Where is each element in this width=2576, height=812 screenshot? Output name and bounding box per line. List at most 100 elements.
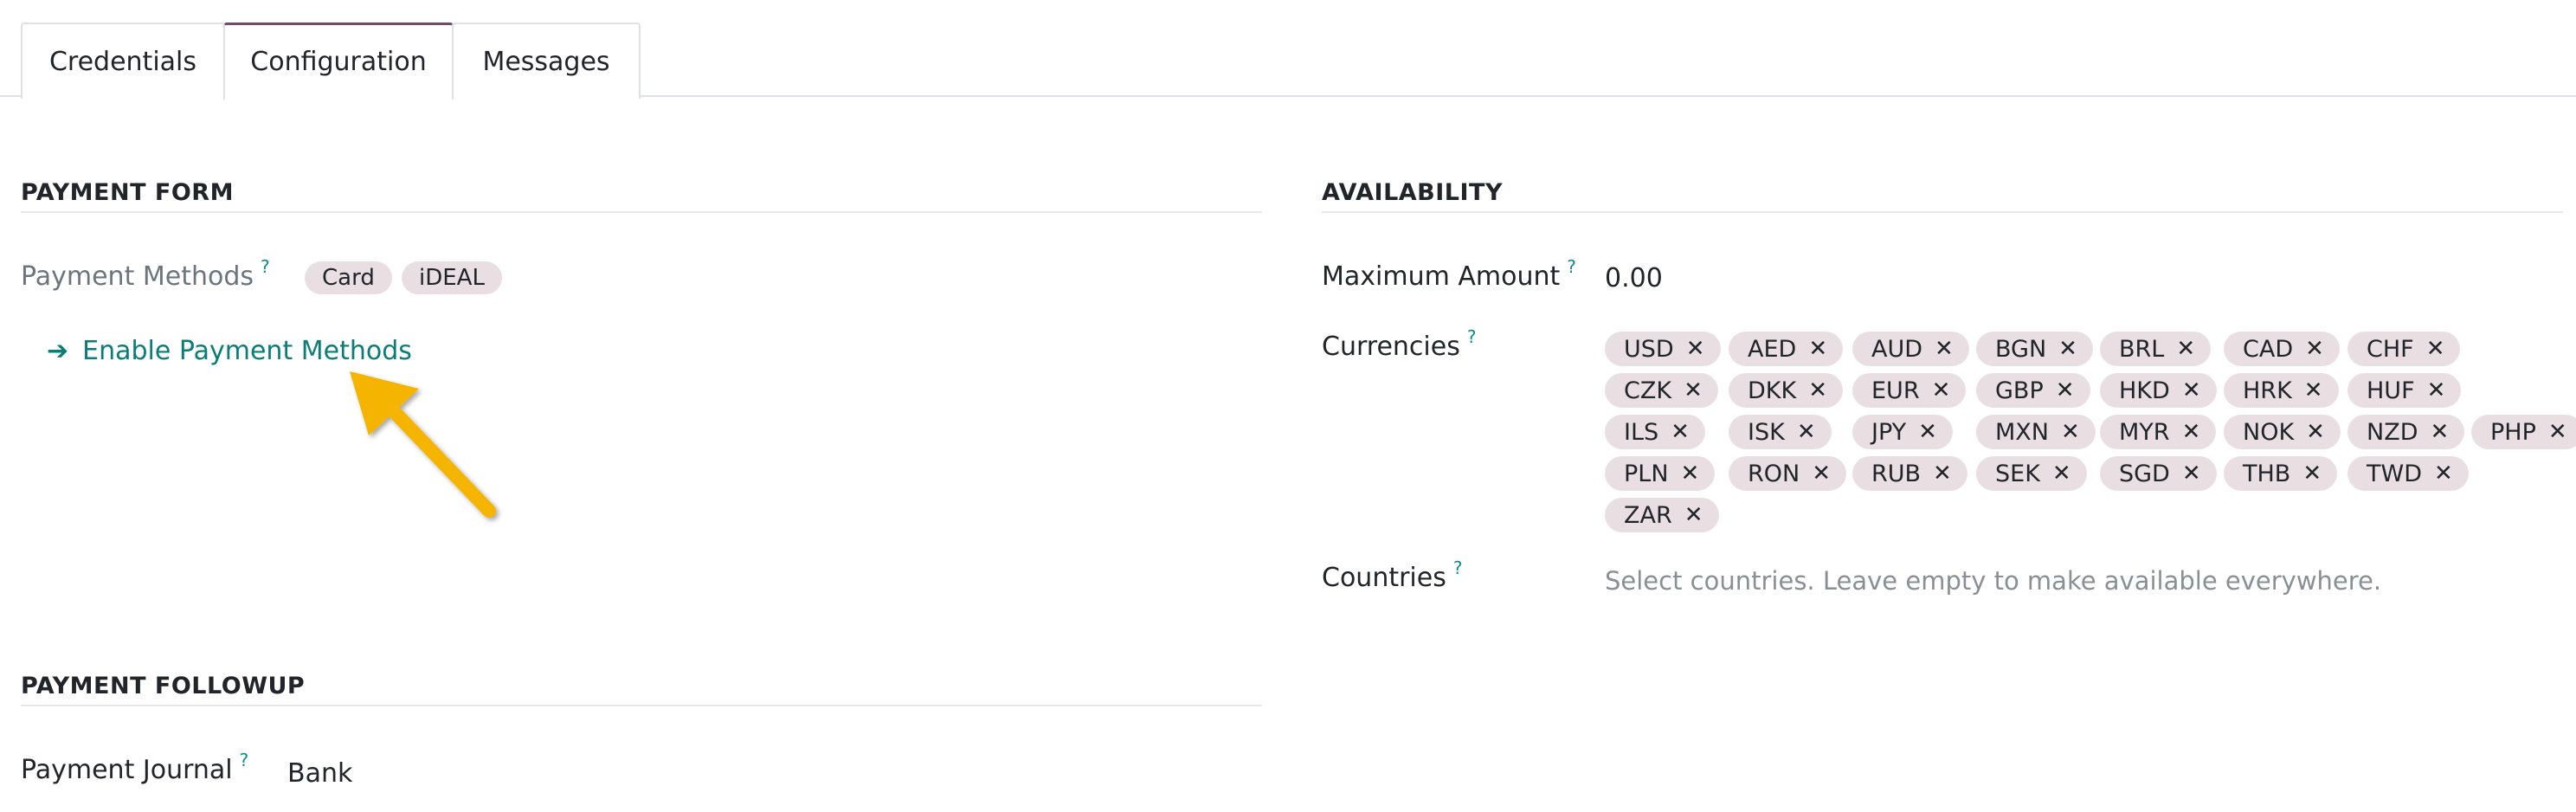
remove-tag-icon[interactable]: ✕ (2176, 336, 2195, 362)
currency-tag: USD ✕ (1605, 332, 1721, 366)
remove-tag-icon[interactable]: ✕ (2305, 336, 2324, 362)
payment-journal-field[interactable]: Bank (287, 758, 352, 789)
remove-tag-icon[interactable]: ✕ (1681, 461, 1700, 487)
remove-tag-icon[interactable]: ✕ (1808, 377, 1827, 403)
maximum-amount-label-text: Maximum Amount (1322, 261, 1561, 292)
remove-tag-icon[interactable]: ✕ (1686, 336, 1705, 362)
payment-methods-label: Payment Methods? (21, 256, 270, 292)
currency-tag-label: THB (2243, 460, 2291, 487)
currency-tag-label: RON (1748, 460, 1800, 487)
currency-tag-label: SGD (2119, 460, 2170, 487)
maximum-amount-help-icon[interactable]: ? (1567, 256, 1576, 277)
maximum-amount-field[interactable]: 0.00 (1605, 263, 1663, 293)
remove-tag-icon[interactable]: ✕ (1933, 461, 1952, 487)
currency-tag-label: HRK (2243, 377, 2292, 404)
currency-tag-label: DKK (1748, 377, 1797, 404)
remove-tag-icon[interactable]: ✕ (2430, 419, 2449, 445)
currency-tag: ZAR ✕ (1605, 498, 1719, 532)
remove-tag-icon[interactable]: ✕ (1808, 336, 1827, 362)
currency-tag: MXN ✕ (1976, 415, 2096, 449)
currency-tag: BGN ✕ (1976, 332, 2093, 366)
currency-tag-label: SEK (1995, 460, 2040, 487)
payment-journal-label: Payment Journal? (21, 750, 248, 785)
payment-method-ideal-badge: iDEAL (402, 261, 502, 294)
remove-tag-icon[interactable]: ✕ (1918, 419, 1937, 445)
remove-tag-icon[interactable]: ✕ (2052, 461, 2071, 487)
remove-tag-icon[interactable]: ✕ (2182, 419, 2201, 445)
currency-tag-label: ZAR (1624, 501, 1672, 529)
currency-tag: MYR ✕ (2100, 415, 2217, 449)
currency-tag-label: AUD (1871, 335, 1923, 363)
remove-tag-icon[interactable]: ✕ (1684, 502, 1703, 528)
currency-tag: NOK ✕ (2224, 415, 2341, 449)
payment-methods-help-icon[interactable]: ? (261, 256, 270, 277)
payment-followup-divider (21, 705, 1262, 706)
currency-tag: AUD ✕ (1852, 332, 1969, 366)
tab-bar: Credentials Configuration Messages (0, 0, 2576, 100)
currency-tag: RON ✕ (1729, 456, 1847, 491)
remove-tag-icon[interactable]: ✕ (1671, 419, 1690, 445)
countries-label-text: Countries (1322, 563, 1446, 593)
currency-tag: ISK ✕ (1729, 415, 1832, 449)
countries-input[interactable]: Select countries. Leave empty to make av… (1605, 566, 2381, 596)
currency-tag: CHF ✕ (2347, 332, 2461, 366)
remove-tag-icon[interactable]: ✕ (2426, 336, 2445, 362)
currency-tag: JPY ✕ (1852, 415, 1953, 449)
payment-journal-help-icon[interactable]: ? (240, 750, 249, 770)
remove-tag-icon[interactable]: ✕ (1812, 461, 1831, 487)
currency-tag-label: PHP (2490, 418, 2536, 446)
currency-tag: HRK ✕ (2224, 373, 2339, 408)
remove-tag-icon[interactable]: ✕ (2434, 461, 2453, 487)
currency-tag-label: AED (1748, 335, 1797, 363)
currency-tag-label: GBP (1995, 377, 2044, 404)
payment-form-heading: PAYMENT FORM (21, 179, 234, 206)
currency-tag-label: HUF (2367, 377, 2415, 404)
payment-followup-heading: PAYMENT FOLLOWUP (21, 673, 306, 699)
currency-tag-label: TWD (2367, 460, 2422, 487)
currency-tag: BRL ✕ (2100, 332, 2212, 366)
currency-tag: PLN ✕ (1605, 456, 1716, 491)
currency-tag-label: ISK (1748, 418, 1785, 446)
currency-tag-label: CHF (2367, 335, 2414, 363)
availability-divider (1322, 211, 2563, 213)
currency-tag-label: HKD (2119, 377, 2170, 404)
tab-messages[interactable]: Messages (452, 23, 641, 99)
remove-tag-icon[interactable]: ✕ (1932, 377, 1951, 403)
remove-tag-icon[interactable]: ✕ (2061, 419, 2080, 445)
remove-tag-icon[interactable]: ✕ (2427, 377, 2446, 403)
currency-tag-label: CAD (2243, 335, 2294, 363)
tab-credentials[interactable]: Credentials (21, 23, 225, 99)
currency-tag-label: PLN (1624, 460, 1669, 487)
currency-tag-label: BRL (2119, 335, 2165, 363)
currencies-help-icon[interactable]: ? (1467, 326, 1477, 347)
remove-tag-icon[interactable]: ✕ (2182, 461, 2201, 487)
currency-tag-label: JPY (1871, 418, 1907, 446)
payment-method-card-badge: Card (305, 261, 392, 294)
currency-tag-label: NOK (2243, 418, 2295, 446)
currency-tag: DKK ✕ (1729, 373, 1843, 408)
currency-tag-label: MXN (1995, 418, 2049, 446)
countries-label: Countries? (1322, 557, 1462, 593)
remove-tag-icon[interactable]: ✕ (2058, 336, 2077, 362)
currency-tag-label: USD (1624, 335, 1674, 363)
remove-tag-icon[interactable]: ✕ (1935, 336, 1954, 362)
remove-tag-icon[interactable]: ✕ (2302, 461, 2322, 487)
remove-tag-icon[interactable]: ✕ (1684, 377, 1703, 403)
currency-tag: GBP ✕ (1976, 373, 2090, 408)
remove-tag-icon[interactable]: ✕ (2306, 419, 2325, 445)
currency-tag: SGD ✕ (2100, 456, 2217, 491)
currency-tag: HKD ✕ (2100, 373, 2217, 408)
currency-tag-label: NZD (2367, 418, 2418, 446)
payment-form-divider (21, 211, 1262, 213)
currency-tag: RUB ✕ (1852, 456, 1967, 491)
remove-tag-icon[interactable]: ✕ (1797, 419, 1816, 445)
countries-help-icon[interactable]: ? (1453, 557, 1463, 578)
arrow-right-icon: ➔ (47, 336, 69, 366)
remove-tag-icon[interactable]: ✕ (2548, 419, 2567, 445)
tab-configuration[interactable]: Configuration (223, 23, 454, 100)
currency-tag: HUF ✕ (2347, 373, 2462, 408)
remove-tag-icon[interactable]: ✕ (2304, 377, 2323, 403)
currencies-label: Currencies? (1322, 326, 1476, 362)
remove-tag-icon[interactable]: ✕ (2182, 377, 2201, 403)
remove-tag-icon[interactable]: ✕ (2056, 377, 2075, 403)
